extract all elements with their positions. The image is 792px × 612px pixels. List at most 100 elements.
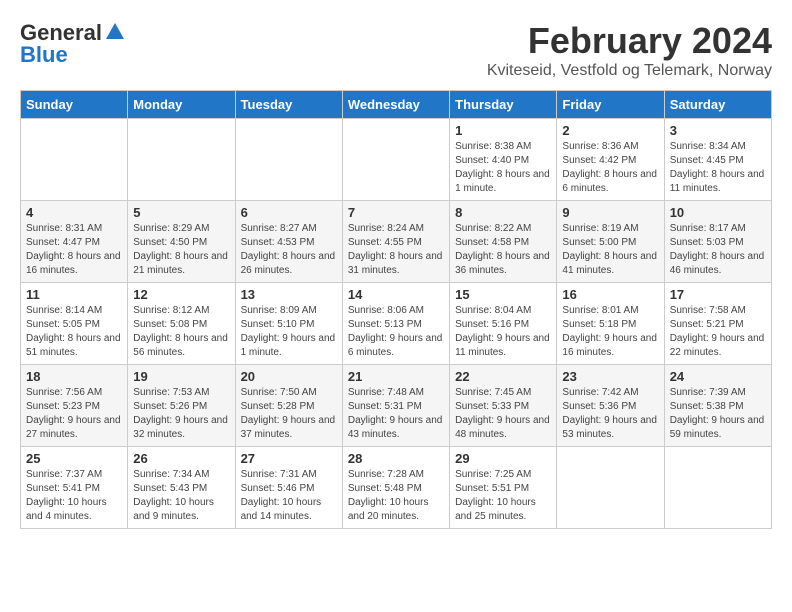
calendar-header-tuesday: Tuesday [235,91,342,119]
calendar-cell: 6Sunrise: 8:27 AM Sunset: 4:53 PM Daylig… [235,201,342,283]
day-number: 2 [562,123,658,138]
day-info: Sunrise: 8:17 AM Sunset: 5:03 PM Dayligh… [670,222,766,278]
day-info: Sunrise: 8:12 AM Sunset: 5:08 PM Dayligh… [133,304,229,360]
day-number: 20 [241,369,337,384]
calendar-header-wednesday: Wednesday [342,91,449,119]
day-number: 27 [241,451,337,466]
calendar-cell: 23Sunrise: 7:42 AM Sunset: 5:36 PM Dayli… [557,365,664,447]
calendar-cell: 22Sunrise: 7:45 AM Sunset: 5:33 PM Dayli… [450,365,557,447]
calendar-cell: 4 Sunrise: 8:31 AM Sunset: 4:47 PM Daylig… [21,201,128,283]
day-info: Sunrise: 7:31 AM Sunset: 5:46 PM Dayligh… [241,468,337,524]
day-info: Sunrise: 7:50 AM Sunset: 5:28 PM Dayligh… [241,386,337,442]
day-number: 12 [133,287,229,302]
calendar-header-monday: Monday [128,91,235,119]
calendar-cell: 2 Sunrise: 8:36 AM Sunset: 4:42 PM Daylig… [557,119,664,201]
calendar-cell: 29 Sunrise: 7:25 AM Sunset: 5:51 PM Dayli… [450,447,557,529]
calendar-cell: 17 Sunrise: 7:58 AM Sunset: 5:21 PM Dayli… [664,283,771,365]
day-info: Sunrise: 8:04 AM Sunset: 5:16 PM Dayligh… [455,304,551,360]
day-number: 8 [455,205,551,220]
day-number: 10 [670,205,766,220]
calendar-cell [664,447,771,529]
logo: General Blue [20,20,126,68]
calendar-cell: 7 Sunrise: 8:24 AM Sunset: 4:55 PM Daylig… [342,201,449,283]
day-number: 5 [133,205,229,220]
day-info: Sunrise: 7:53 AM Sunset: 5:26 PM Dayligh… [133,386,229,442]
logo-icon [104,21,126,43]
day-number: 23 [562,369,658,384]
day-number: 13 [241,287,337,302]
title-section: February 2024 Kviteseid, Vestfold og Tel… [487,20,772,80]
calendar-header-sunday: Sunday [21,91,128,119]
calendar-cell: 1 Sunrise: 8:38 AM Sunset: 4:40 PM Daylig… [450,119,557,201]
calendar-table: SundayMondayTuesdayWednesdayThursdayFrid… [20,90,772,529]
day-info: Sunrise: 8:29 AM Sunset: 4:50 PM Dayligh… [133,222,229,278]
logo-blue-text: Blue [20,42,68,68]
day-info: Sunrise: 7:39 AM Sunset: 5:38 PM Dayligh… [670,386,766,442]
calendar-cell: 20 Sunrise: 7:50 AM Sunset: 5:28 PM Dayli… [235,365,342,447]
day-number: 11 [26,287,122,302]
calendar-cell: 10 Sunrise: 8:17 AM Sunset: 5:03 PM Dayli… [664,201,771,283]
day-number: 4 [26,205,122,220]
calendar-week-row: 11 Sunrise: 8:14 AM Sunset: 5:05 PM Dayli… [21,283,772,365]
day-number: 24 [670,369,766,384]
day-number: 19 [133,369,229,384]
day-info: Sunrise: 7:56 AM Sunset: 5:23 PM Dayligh… [26,386,122,442]
day-info: Sunrise: 8:06 AM Sunset: 5:13 PM Dayligh… [348,304,444,360]
day-number: 25 [26,451,122,466]
calendar-cell: 3Sunrise: 8:34 AM Sunset: 4:45 PM Daylig… [664,119,771,201]
day-number: 26 [133,451,229,466]
day-number: 6 [241,205,337,220]
day-number: 15 [455,287,551,302]
calendar-cell: 25Sunrise: 7:37 AM Sunset: 5:41 PM Dayli… [21,447,128,529]
calendar-cell [21,119,128,201]
day-number: 7 [348,205,444,220]
calendar-cell [235,119,342,201]
page-title: February 2024 [487,20,772,62]
day-info: Sunrise: 8:22 AM Sunset: 4:58 PM Dayligh… [455,222,551,278]
day-info: Sunrise: 7:25 AM Sunset: 5:51 PM Dayligh… [455,468,551,524]
calendar-header-thursday: Thursday [450,91,557,119]
day-info: Sunrise: 8:24 AM Sunset: 4:55 PM Dayligh… [348,222,444,278]
day-number: 9 [562,205,658,220]
day-info: Sunrise: 7:28 AM Sunset: 5:48 PM Dayligh… [348,468,444,524]
day-number: 3 [670,123,766,138]
header: General Blue February 2024 Kviteseid, Ve… [20,20,772,80]
calendar-week-row: 1 Sunrise: 8:38 AM Sunset: 4:40 PM Daylig… [21,119,772,201]
calendar-cell: 28Sunrise: 7:28 AM Sunset: 5:48 PM Dayli… [342,447,449,529]
calendar-cell: 13Sunrise: 8:09 AM Sunset: 5:10 PM Dayli… [235,283,342,365]
day-number: 1 [455,123,551,138]
calendar-cell [128,119,235,201]
calendar-week-row: 4 Sunrise: 8:31 AM Sunset: 4:47 PM Daylig… [21,201,772,283]
day-info: Sunrise: 7:45 AM Sunset: 5:33 PM Dayligh… [455,386,551,442]
calendar-cell: 26 Sunrise: 7:34 AM Sunset: 5:43 PM Dayli… [128,447,235,529]
page-subtitle: Kviteseid, Vestfold og Telemark, Norway [487,62,772,80]
calendar-week-row: 25Sunrise: 7:37 AM Sunset: 5:41 PM Dayli… [21,447,772,529]
day-info: Sunrise: 8:36 AM Sunset: 4:42 PM Dayligh… [562,140,658,196]
calendar-cell: 16Sunrise: 8:01 AM Sunset: 5:18 PM Dayli… [557,283,664,365]
calendar-cell: 21 Sunrise: 7:48 AM Sunset: 5:31 PM Dayli… [342,365,449,447]
calendar-cell: 24 Sunrise: 7:39 AM Sunset: 5:38 PM Dayli… [664,365,771,447]
day-info: Sunrise: 7:58 AM Sunset: 5:21 PM Dayligh… [670,304,766,360]
day-info: Sunrise: 7:34 AM Sunset: 5:43 PM Dayligh… [133,468,229,524]
day-number: 16 [562,287,658,302]
day-info: Sunrise: 8:19 AM Sunset: 5:00 PM Dayligh… [562,222,658,278]
day-number: 29 [455,451,551,466]
calendar-cell [557,447,664,529]
day-number: 21 [348,369,444,384]
calendar-week-row: 18 Sunrise: 7:56 AM Sunset: 5:23 PM Dayli… [21,365,772,447]
calendar-cell: 19 Sunrise: 7:53 AM Sunset: 5:26 PM Dayli… [128,365,235,447]
day-number: 17 [670,287,766,302]
day-info: Sunrise: 8:38 AM Sunset: 4:40 PM Dayligh… [455,140,551,196]
day-number: 18 [26,369,122,384]
calendar-cell: 27 Sunrise: 7:31 AM Sunset: 5:46 PM Dayli… [235,447,342,529]
calendar-cell: 14 Sunrise: 8:06 AM Sunset: 5:13 PM Dayli… [342,283,449,365]
calendar-cell: 9 Sunrise: 8:19 AM Sunset: 5:00 PM Daylig… [557,201,664,283]
day-number: 14 [348,287,444,302]
calendar-cell [342,119,449,201]
calendar-cell: 8 Sunrise: 8:22 AM Sunset: 4:58 PM Daylig… [450,201,557,283]
calendar-cell: 18 Sunrise: 7:56 AM Sunset: 5:23 PM Dayli… [21,365,128,447]
day-info: Sunrise: 8:31 AM Sunset: 4:47 PM Dayligh… [26,222,122,278]
day-info: Sunrise: 8:14 AM Sunset: 5:05 PM Dayligh… [26,304,122,360]
day-info: Sunrise: 7:48 AM Sunset: 5:31 PM Dayligh… [348,386,444,442]
calendar-header-saturday: Saturday [664,91,771,119]
